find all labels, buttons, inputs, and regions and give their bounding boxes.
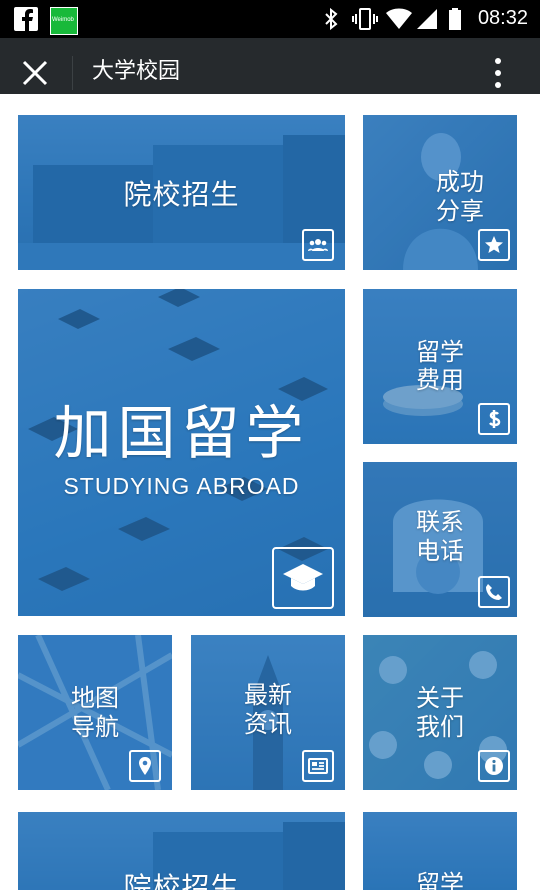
tile-success-label-2: 分享 [436,197,484,225]
map-pin-icon [129,750,161,782]
tile-fees-label-2: 费用 [416,366,464,394]
tile-map-navigation[interactable]: 地图 导航 [18,635,172,790]
phone-icon [478,576,510,608]
facebook-icon [14,7,38,31]
signal-icon [417,9,437,29]
tile-map-label-1: 地图 [71,684,119,712]
tile-contact-label-1: 联系 [416,508,464,536]
status-bar: Weimob 08:32 [0,0,540,38]
tile-admissions-repeat[interactable]: 院校招生 [18,812,345,890]
tile-study-repeat-label: 留学 [416,870,464,890]
vibrate-icon [352,8,378,30]
tile-study-fees[interactable]: 留学 费用 [363,289,517,444]
header-divider [72,56,73,90]
tile-admissions-repeat-label: 院校招生 [123,871,240,890]
battery-icon [449,8,461,30]
weimob-app-icon: Weimob [50,7,78,35]
tile-map-label-2: 导航 [71,713,119,741]
status-time: 08:32 [477,7,528,29]
close-icon[interactable] [20,58,50,88]
more-menu-icon[interactable] [488,56,508,90]
graduation-cap-icon [272,547,334,609]
page-title: 大学校园 [92,59,181,84]
tile-about-us[interactable]: 关于 我们 [363,635,517,790]
tile-study-abroad[interactable]: 加国留学 STUDYING ABROAD [18,289,345,616]
group-icon [302,229,334,261]
star-icon [478,229,510,261]
dollar-icon [478,403,510,435]
info-icon [478,750,510,782]
tile-abroad-title: 加国留学 [53,399,310,467]
tile-about-label-2: 我们 [416,713,464,741]
tile-success-label-1: 成功 [436,168,484,196]
news-icon [302,750,334,782]
tile-contact-phone[interactable]: 联系 电话 [363,462,517,617]
tile-about-label-1: 关于 [416,684,464,712]
weimob-badge-text: Weimob [52,17,74,23]
tile-admissions[interactable]: 院校招生 [18,115,345,270]
wifi-icon [386,8,412,29]
bluetooth-icon [325,7,338,31]
tile-news-label-2: 资讯 [244,710,292,738]
tile-study-repeat[interactable]: 留学 [363,812,517,890]
tile-fees-label-1: 留学 [416,338,464,366]
tile-abroad-subtitle: STUDYING ABROAD [63,473,300,499]
tile-news-label-1: 最新 [244,681,292,709]
tile-latest-news[interactable]: 最新 资讯 [191,635,345,790]
app-bar: 大学校园 [0,38,540,94]
tile-admissions-label: 院校招生 [123,178,240,211]
tile-success-stories[interactable]: 成功 分享 [363,115,517,270]
tile-contact-label-2: 电话 [416,537,464,565]
